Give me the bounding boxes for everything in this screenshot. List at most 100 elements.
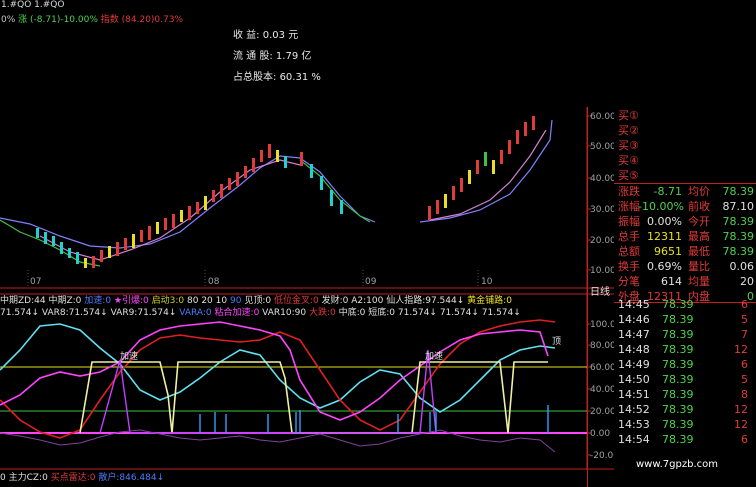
ind-label-accel-2: 加速	[425, 351, 443, 362]
candle	[276, 150, 279, 162]
tick-row[interactable]: 14:45 78.39 6	[618, 297, 754, 312]
ind-item: 71.574↓	[439, 308, 479, 318]
candle	[188, 206, 191, 220]
tick-row[interactable]: 14:52 78.39 12	[618, 402, 754, 417]
candle	[300, 152, 303, 166]
candle	[164, 218, 167, 230]
stat-row: 总手 12311 最高 78.39	[618, 229, 754, 244]
buy-level-4[interactable]: 买④	[618, 153, 639, 168]
stat-row: 分笔 614 均量 20	[618, 274, 754, 289]
candle	[132, 234, 135, 248]
tick-time: 14:47	[618, 328, 650, 341]
tick-volume: 5	[741, 313, 748, 326]
stat-label: 分笔	[618, 275, 640, 288]
bottom-status-bar: 0 主力CZ:0 买点雷达:0 散户:846.484↓	[0, 470, 612, 487]
month-label-10: 10	[481, 277, 493, 287]
ind-item: 见顶:0	[244, 296, 272, 306]
ind-item: VARA:0	[179, 308, 212, 318]
stat-label: 总手	[618, 230, 640, 243]
ma-line-blue-2	[419, 119, 553, 223]
ind-item: 中期Z:0	[48, 296, 82, 306]
candle	[330, 190, 333, 206]
candle	[116, 242, 119, 256]
bottom-item: 0	[0, 473, 6, 483]
candle	[284, 156, 287, 168]
ind-item: 启动3:0	[151, 296, 185, 306]
stat-row: 涨跌 -8.71 均价 78.39	[618, 184, 754, 199]
tick-time: 14:50	[618, 373, 650, 386]
ma-line-pink-2	[429, 129, 547, 221]
buy-level-3[interactable]: 买③	[618, 138, 639, 153]
buy-level-1[interactable]: 买①	[618, 108, 639, 123]
tick-time: 14:45	[618, 298, 650, 311]
stat-row: 换手 0.69% 量比 0.06	[618, 259, 754, 274]
ind-item: A2:100	[351, 296, 384, 306]
ind-item: VAR8:71.574↓	[41, 308, 108, 318]
ind-item: 中底:0	[338, 308, 366, 318]
tick-volume: 12	[734, 418, 748, 431]
stat-label: 振幅	[618, 215, 640, 228]
ind-blue-bars	[199, 405, 549, 433]
ind-item: 大跌:0	[308, 308, 336, 318]
stat-row: 振幅 0.00% 今开 78.39	[618, 214, 754, 229]
candle	[100, 250, 103, 262]
panel-divider	[587, 107, 615, 487]
tick-row[interactable]: 14:47 78.39 7	[618, 327, 754, 342]
buy-level-5[interactable]: 买⑤	[618, 168, 639, 183]
candle	[212, 190, 215, 202]
tick-row[interactable]: 14:49 78.39 6	[618, 357, 754, 372]
tick-time: 14:48	[618, 343, 650, 356]
tick-price: 78.39	[662, 418, 694, 431]
ind-item: 80	[187, 296, 199, 306]
candle	[484, 152, 487, 166]
bottom-item: 买点雷达:0	[50, 473, 96, 483]
tick-time: 14:51	[618, 388, 650, 401]
tick-row[interactable]: 14:46 78.39 5	[618, 312, 754, 327]
candle	[468, 170, 471, 184]
tick-row[interactable]: 14:51 78.39 8	[618, 387, 754, 402]
tick-volume: 7	[741, 328, 748, 341]
tick-row[interactable]: 14:53 78.39 12	[618, 417, 754, 432]
ind-item: ★引爆:0	[113, 296, 149, 306]
candle	[436, 200, 439, 214]
stat-row: 总额 9651 最低 78.39	[618, 244, 754, 259]
ind-item: 仙人指路:97.544↓	[386, 296, 465, 306]
ind-item: 发财:0	[321, 296, 349, 306]
candle	[92, 256, 95, 268]
tick-list: 14:45 78.39 6 14:46 78.39 5 14:47 78.39 7 14:4…	[618, 297, 754, 447]
quote-stats: 涨跌 -8.71 均价 78.39 涨幅 -10.00% 前收 87.10 振幅 0.00% 今…	[618, 184, 754, 304]
tick-row[interactable]: 14:50 78.39 5	[618, 372, 754, 387]
candle	[320, 176, 323, 190]
tick-row[interactable]: 14:54 78.39 6	[618, 432, 754, 447]
candle	[228, 178, 231, 190]
tick-row[interactable]: 14:48 78.39 12	[618, 342, 754, 357]
ind-label-accel-1: 加速	[120, 351, 138, 362]
candle	[84, 258, 87, 268]
candle	[532, 116, 535, 130]
stat-label: 量比	[688, 260, 710, 273]
bottom-item: 散户:846.484↓	[98, 473, 165, 483]
tick-time: 14:53	[618, 418, 650, 431]
ind-item: 粘合加速:0	[214, 308, 260, 318]
ind-label-top: 顶	[552, 336, 561, 347]
ind-item: 10	[215, 296, 228, 306]
candle	[452, 186, 455, 200]
tick-price: 78.39	[662, 403, 694, 416]
candle	[196, 202, 199, 214]
candle	[524, 122, 527, 136]
candles-cluster-1	[36, 144, 343, 268]
stat-label: 最高	[688, 230, 710, 243]
ind-item: 71.574↓	[0, 308, 40, 318]
stat-label: 涨幅	[618, 200, 640, 213]
chart-canvas[interactable]: 60.00 50.00 40.00 30.00 20.00 10.00 日线 0…	[0, 0, 614, 470]
stat-value: 12311	[647, 230, 682, 243]
tick-price: 78.39	[662, 433, 694, 446]
stat-value: 9651	[654, 245, 682, 258]
stat-label: 前收	[688, 200, 710, 213]
tick-volume: 6	[741, 433, 748, 446]
stat-value: 0.06	[729, 260, 755, 273]
buy-level-2[interactable]: 买②	[618, 123, 639, 138]
candle	[68, 248, 71, 258]
candle	[476, 160, 479, 174]
candle	[340, 200, 343, 214]
